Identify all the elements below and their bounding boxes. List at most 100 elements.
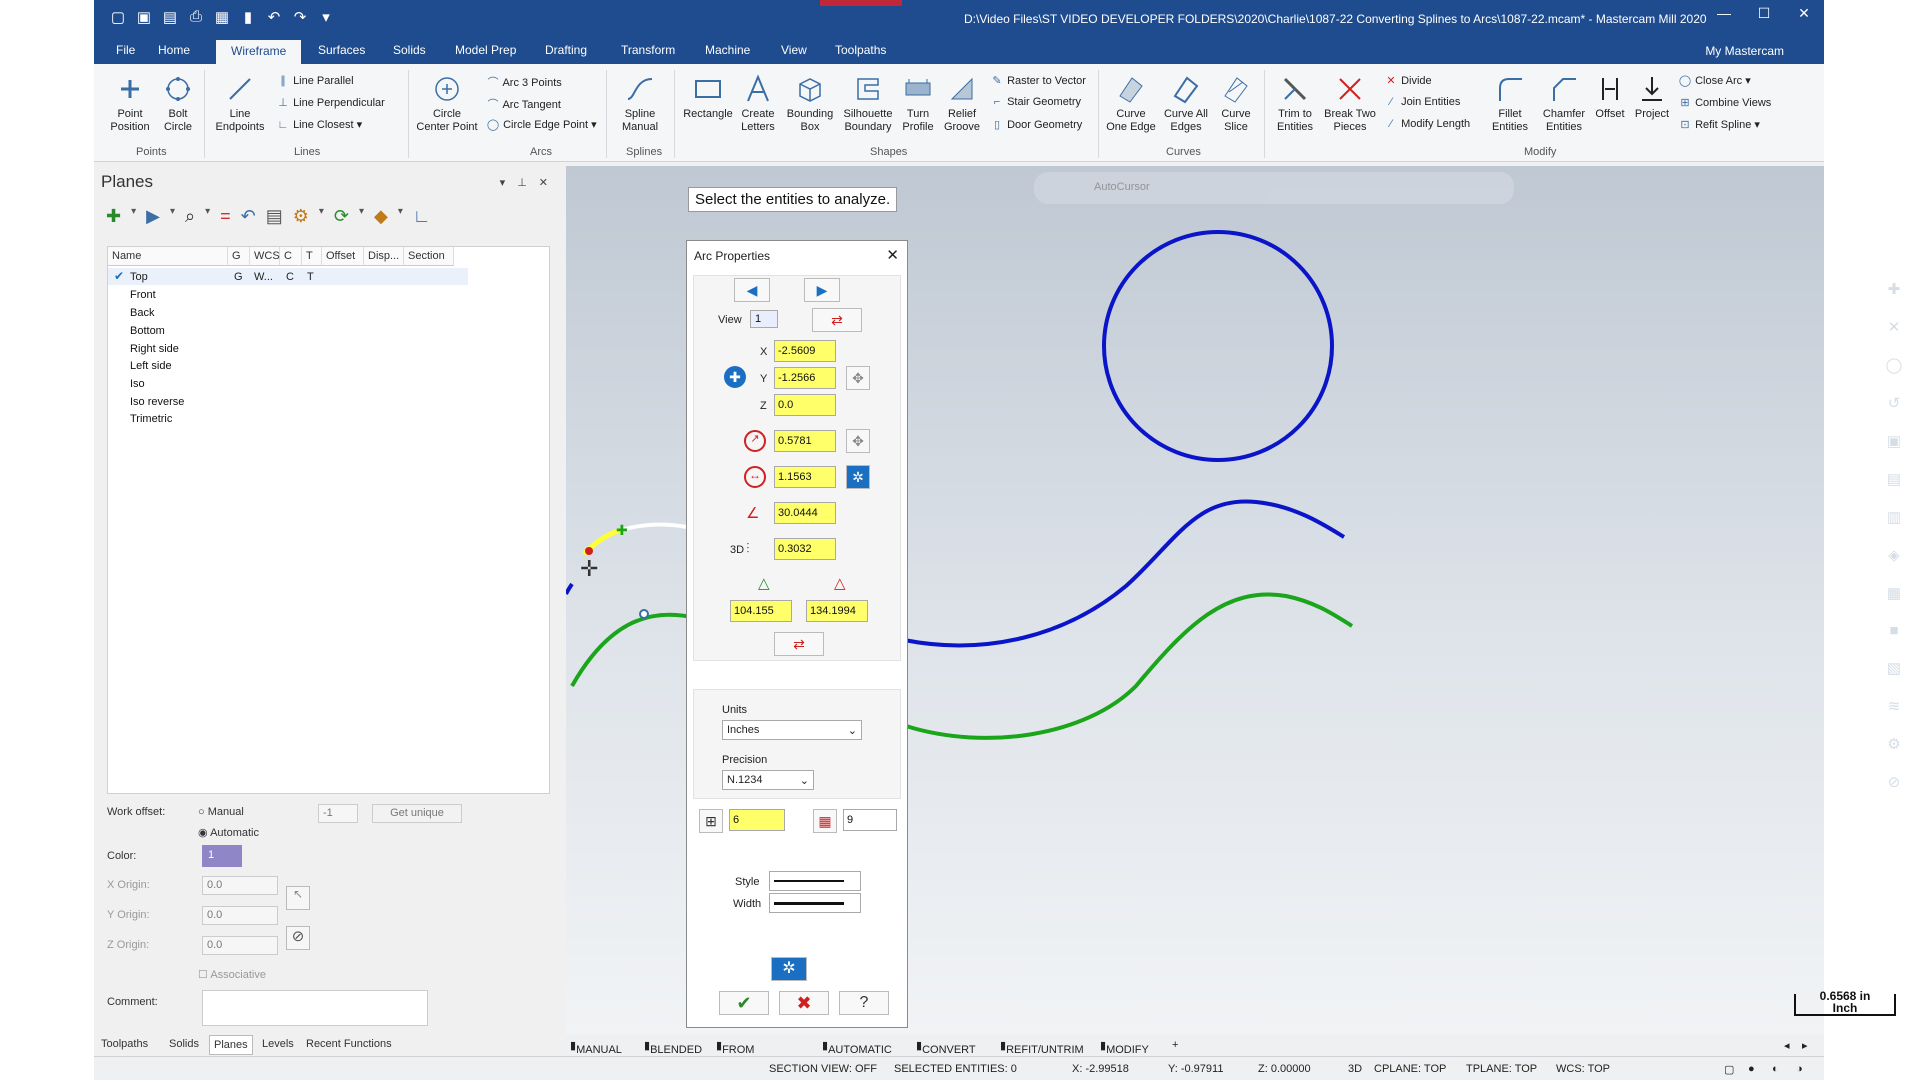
arc-tangent-button[interactable]: ⌒ Arc Tangent [486,96,561,112]
column-header[interactable]: Name [108,247,228,266]
tab-home[interactable]: Home [158,43,190,57]
table-row[interactable]: Back [130,307,154,319]
save-as-icon[interactable]: ▦ [214,8,230,26]
display-icon[interactable]: ◆ [374,206,388,227]
manual-radio[interactable]: ○ Manual [198,806,244,818]
start-angle-input[interactable]: 104.155 [730,600,792,622]
divide-button[interactable]: ✕ Divide [1384,74,1431,87]
fillet-entities-button[interactable]: Fillet Entities [1484,74,1536,134]
close-icon[interactable]: ✕ [1794,5,1814,22]
tab-levels-panel[interactable]: Levels [262,1038,294,1050]
units-select[interactable]: Inches ⌄ [722,720,862,740]
axis-icon[interactable]: ∟ [413,206,431,227]
help-button[interactable]: ? [839,991,889,1015]
dropdown-icon[interactable]: ▾ [131,206,136,227]
sweep-angle-input[interactable]: 30.0444 [774,502,836,524]
z-origin-input[interactable]: 0.0 [202,936,278,955]
level-input[interactable]: 6 [729,809,785,831]
layers-icon[interactable]: ≋ [1888,697,1901,715]
modify-length-button[interactable]: ⁄ Modify Length [1384,118,1470,130]
tab-view[interactable]: View [781,43,807,57]
find-plane-icon[interactable]: ⌕ [185,206,195,227]
tab-drafting[interactable]: Drafting [545,43,587,57]
dropdown-icon[interactable]: ▾ [319,206,324,227]
associative-checkbox[interactable]: ☐ Associative [198,968,266,981]
dropdown-icon[interactable]: ▾ [398,206,403,227]
spline-manual-button[interactable]: Spline Manual [612,74,668,134]
view-side-icon[interactable]: ▥ [1887,508,1901,526]
wireframe-mode-icon[interactable]: ▢ [1724,1063,1734,1076]
x-input[interactable]: -2.5609 [774,340,836,362]
panel-dropdown-icon[interactable]: ▾ [500,176,506,189]
table-row-selected[interactable]: ✔ Top G W... C T [108,268,468,285]
x-origin-input[interactable]: 0.0 [202,876,278,895]
tab-transform[interactable]: Transform [621,43,675,57]
ok-check-button[interactable]: ✔ [719,991,769,1015]
tab-machine[interactable]: Machine [705,43,750,57]
break-two-pieces-button[interactable]: Break Two Pieces [1322,74,1378,134]
curve-all-edges-button[interactable]: Curve All Edges [1160,74,1212,134]
print-icon[interactable]: ⎙ [188,8,204,26]
line-endpoints-button[interactable]: Line Endpoints [212,74,268,134]
bolt-circle-button[interactable]: Bolt Circle [158,74,198,134]
table-row[interactable]: Left side [130,360,172,372]
offset-button[interactable]: Offset [1592,74,1628,121]
diameter-input[interactable]: 1.1563 [774,466,836,488]
mode-toggle[interactable]: 3D [1348,1063,1362,1075]
column-header[interactable]: C [280,247,302,266]
shaded-mode-icon[interactable]: ● [1748,1063,1755,1075]
scroll-left-icon[interactable]: ◂ [1784,1039,1790,1052]
blue-circle[interactable] [1102,230,1334,462]
tab-recent-functions-panel[interactable]: Recent Functions [306,1038,392,1050]
z-coordinate[interactable]: Z: 0.00000 [1258,1063,1311,1075]
section-icon[interactable]: ▧ [1887,659,1901,677]
tab-model-prep[interactable]: Model Prep [455,43,516,57]
translucency-icon[interactable]: ◑ [1796,1063,1803,1075]
section-view-status[interactable]: SECTION VIEW: OFF [769,1063,877,1075]
tab-wireframe[interactable]: Wireframe [216,40,302,64]
door-geometry-button[interactable]: ▯ Door Geometry [990,118,1082,131]
table-row[interactable]: Iso [130,378,145,390]
color-swatch[interactable]: 1 [202,845,242,867]
save-icon[interactable]: ▣ [136,8,152,26]
zoom-in-icon[interactable]: ✚ [1888,280,1901,298]
select-plane-icon[interactable]: ▶ [146,206,160,227]
op-blended[interactable]: ▮ BLENDED [644,1039,702,1056]
view-iso-icon[interactable]: ◈ [1888,546,1900,564]
redo-icon[interactable]: ↷ [292,8,308,26]
minimize-icon[interactable]: — [1714,5,1734,22]
column-header[interactable]: WCS [250,247,280,266]
reverse-arc-icon[interactable]: ⇄ [812,308,862,332]
y-origin-input[interactable]: 0.0 [202,906,278,925]
tab-file[interactable]: File [116,43,135,57]
stop-icon[interactable]: ⊘ [1888,773,1901,791]
tplane-status[interactable]: TPLANE: TOP [1466,1063,1537,1075]
silhouette-boundary-button[interactable]: Silhouette Boundary [840,74,896,134]
cancel-button[interactable]: ✖ [779,991,829,1015]
join-entities-button[interactable]: ⁄ Join Entities [1384,96,1460,108]
add-plane-icon[interactable]: ✚ [106,206,121,227]
add-tab-icon[interactable]: + [1172,1039,1178,1051]
color-input[interactable]: 9 [843,809,897,831]
line-closest-button[interactable]: ∟ Line Closest ▾ [276,118,363,131]
turn-profile-button[interactable]: Turn Profile [898,74,938,134]
line-style-select[interactable] [769,871,861,891]
bookmark-icon[interactable]: ▮ [240,8,256,26]
line-width-select[interactable] [769,893,861,913]
snap-icon[interactable]: ✲ [846,465,870,489]
line-parallel-button[interactable]: ∥ Line Parallel [276,74,353,87]
bounding-box-button[interactable]: Bounding Box [784,74,836,134]
curve-slice-button[interactable]: Curve Slice [1214,74,1258,134]
settings-gear-icon[interactable]: ⚙ [293,206,309,227]
fit-icon[interactable]: ◯ [1886,356,1903,374]
line-perpendicular-button[interactable]: ⊥ Line Perpendicular [276,96,385,109]
table-row[interactable]: Front [130,289,156,301]
tab-solids-panel[interactable]: Solids [169,1038,199,1050]
column-header[interactable]: Section [404,247,454,266]
chamfer-entities-button[interactable]: Chamfer Entities [1538,74,1590,134]
circle-center-point-button[interactable]: Circle Center Point [414,74,480,134]
op-manual[interactable]: ▮ MANUAL [570,1039,622,1056]
material-mode-icon[interactable]: ◐ [1772,1063,1779,1075]
next-entity-icon[interactable]: ▶ [804,278,840,302]
pin-icon[interactable]: ⊥ [517,176,527,189]
